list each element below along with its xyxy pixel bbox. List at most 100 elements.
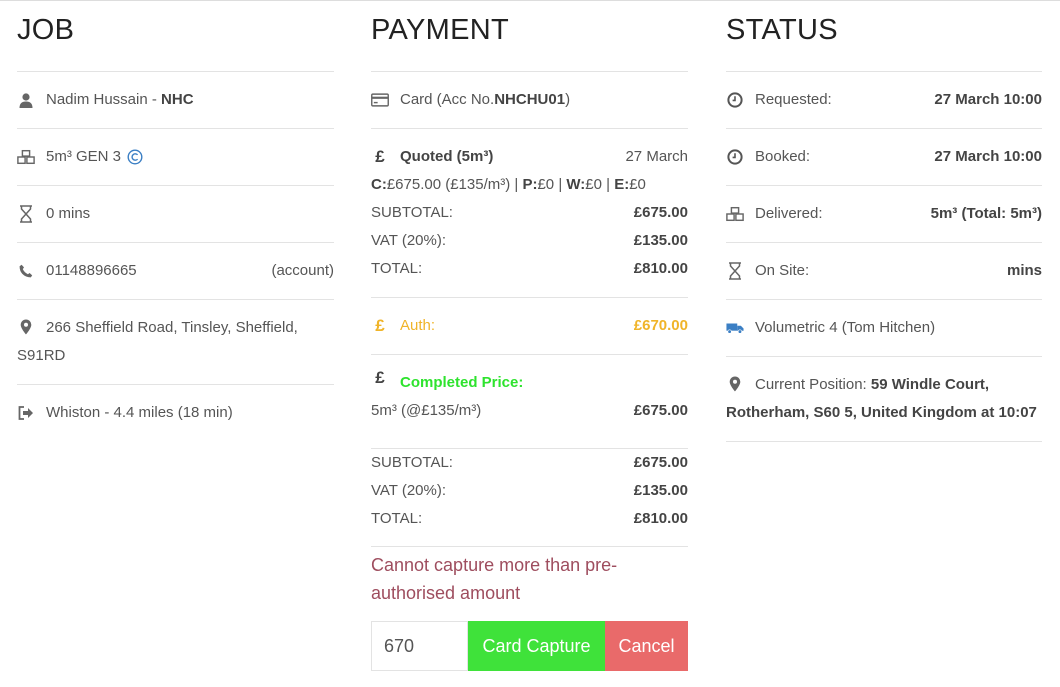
delivered-value: 5m³ (Total: 5m³): [930, 205, 1042, 222]
completed-block: £ Completed Price: 5m³ (@£135/m³) £675.0…: [371, 355, 688, 449]
final-totals-block: SUBTOTAL: £675.00 VAT (20%): £135.00 TOTAL…: [371, 449, 688, 547]
final-vat-line: VAT (20%): £135.00: [371, 477, 688, 505]
quote-block: £ Quoted (5m³) 27 March C:£675.00 (£135/…: [371, 129, 688, 298]
card-prefix: Card (Acc No.: [400, 91, 495, 108]
quoted-label: Quoted (5m³): [400, 148, 494, 165]
requested-label: Requested:: [755, 91, 832, 108]
phone-icon: [17, 262, 35, 280]
hourglass-icon: [726, 262, 744, 280]
completed-label: Completed Price:: [400, 374, 524, 391]
final-vat-label: VAT (20%):: [371, 482, 447, 499]
auth-value: £670.00: [633, 317, 688, 334]
quote-vat-line: VAT (20%): £135.00: [371, 227, 688, 255]
breakdown-e-value: £0: [629, 176, 646, 193]
copyright-icon[interactable]: [127, 149, 143, 165]
completed-line-label: 5m³ (@£135/m³): [371, 402, 482, 419]
job-heading: JOB: [17, 0, 334, 72]
booked-label: Booked:: [755, 148, 811, 165]
quote-vat-label: VAT (20%):: [371, 232, 447, 249]
user-icon: [17, 91, 35, 109]
position-label: Current Position:: [755, 376, 871, 393]
final-subtotal-line: SUBTOTAL: £675.00: [371, 449, 688, 477]
onsite-row: On Site: mins: [726, 243, 1042, 300]
requested-value: 27 March 10:00: [934, 91, 1042, 108]
quote-header: £ Quoted (5m³) 27 March: [371, 143, 688, 171]
address-row: 266 Sheffield Road, Tinsley, Sheffield, …: [17, 300, 334, 385]
delivered-row: Delivered: 5m³ (Total: 5m³): [726, 186, 1042, 243]
breakdown-c-label: C:: [371, 176, 387, 193]
status-column: STATUS Requested: 27 March 10:00 Booked:…: [726, 0, 1042, 442]
vehicle-row: Volumetric 4 (Tom Hitchen): [726, 300, 1042, 357]
pound-icon: £: [375, 316, 385, 335]
position-row: Current Position: 59 Windle Court, Rothe…: [726, 357, 1042, 442]
card-suffix: ): [565, 91, 571, 108]
truck-icon: [726, 319, 744, 337]
final-subtotal-label: SUBTOTAL:: [371, 454, 453, 471]
vehicle-text: Volumetric 4 (Tom Hitchen): [755, 319, 936, 336]
job-column: JOB Nadim Hussain - NHC 5m³ GEN 3 0 mins…: [17, 0, 334, 441]
completed-header: £ Completed Price:: [371, 368, 688, 397]
quote-total-label: TOTAL:: [371, 260, 423, 277]
breakdown-p-label: P:: [522, 176, 538, 193]
quote-subtotal-line: SUBTOTAL: £675.00: [371, 199, 688, 227]
account-number: NHCHU01: [494, 91, 566, 108]
clock-icon: [726, 91, 744, 109]
breakdown-w-value: £0: [585, 176, 602, 193]
status-heading: STATUS: [726, 0, 1042, 72]
final-total-label: TOTAL:: [371, 510, 423, 527]
quoted-date: 27 March: [625, 148, 688, 165]
capture-form: Card Capture Cancel: [371, 621, 688, 671]
card-row: Card (Acc No. NHCHU01): [371, 72, 688, 129]
duration-row: 0 mins: [17, 186, 334, 243]
pound-icon: £: [375, 368, 385, 387]
cancel-button[interactable]: Cancel: [605, 621, 688, 671]
customer-code: NHC: [161, 91, 194, 108]
customer-row: Nadim Hussain - NHC: [17, 72, 334, 129]
cubes-icon: [17, 148, 35, 166]
breakdown-p-value: £0: [537, 176, 555, 193]
quote-subtotal-label: SUBTOTAL:: [371, 204, 453, 221]
booked-row: Booked: 27 March 10:00: [726, 129, 1042, 186]
card-capture-button[interactable]: Card Capture: [468, 621, 605, 671]
final-vat-value: £135.00: [633, 482, 688, 499]
delivered-label: Delivered:: [755, 205, 823, 222]
route-text: Whiston - 4.4 miles (18 min): [46, 404, 233, 421]
breakdown-c-value: £675.00 (£135/m³): [386, 176, 511, 193]
capture-error-message: Cannot capture more than pre-authorised …: [371, 555, 618, 603]
quote-total-value: £810.00: [633, 260, 688, 277]
quote-breakdown: C:£675.00 (£135/m³) | P:£0 | W:£0 | E:£0: [371, 176, 646, 193]
breakdown-w-label: W:: [566, 176, 586, 193]
credit-card-icon: [371, 91, 389, 109]
completed-line: 5m³ (@£135/m³) £675.00: [371, 397, 688, 425]
product-row: 5m³ GEN 3: [17, 129, 334, 186]
capture-amount-input[interactable]: [371, 621, 468, 671]
final-subtotal-value: £675.00: [633, 454, 688, 471]
auth-row: £ Auth: £670.00: [371, 298, 688, 355]
duration-value: 0 mins: [46, 205, 91, 222]
booked-value: 27 March 10:00: [934, 148, 1042, 165]
pound-icon: £: [375, 147, 385, 166]
quote-total-line: TOTAL: £810.00: [371, 255, 688, 283]
map-marker-icon: [726, 375, 744, 393]
payment-column: PAYMENT Card (Acc No. NHCHU01) £ Quoted …: [371, 0, 688, 671]
cubes-icon: [726, 205, 744, 223]
quote-subtotal-value: £675.00: [633, 204, 688, 221]
onsite-label: On Site:: [755, 262, 810, 279]
auth-label: Auth:: [400, 317, 436, 334]
product-name: 5m³ GEN 3: [46, 148, 122, 165]
sign-out-icon: [17, 404, 35, 422]
final-total-line: TOTAL: £810.00: [371, 505, 688, 533]
quote-vat-value: £135.00: [633, 232, 688, 249]
completed-line-value: £675.00: [633, 402, 688, 419]
clock-icon: [726, 148, 744, 166]
customer-name: Nadim Hussain -: [46, 91, 157, 108]
phone-row: 01148896665 (account): [17, 243, 334, 300]
phone-tag: (account): [271, 262, 334, 279]
breakdown-e-label: E:: [614, 176, 630, 193]
onsite-value: mins: [1006, 262, 1042, 279]
hourglass-icon: [17, 205, 35, 223]
map-marker-icon: [17, 318, 35, 336]
payment-heading: PAYMENT: [371, 0, 688, 72]
phone-number[interactable]: 01148896665: [46, 257, 137, 285]
final-total-value: £810.00: [633, 510, 688, 527]
